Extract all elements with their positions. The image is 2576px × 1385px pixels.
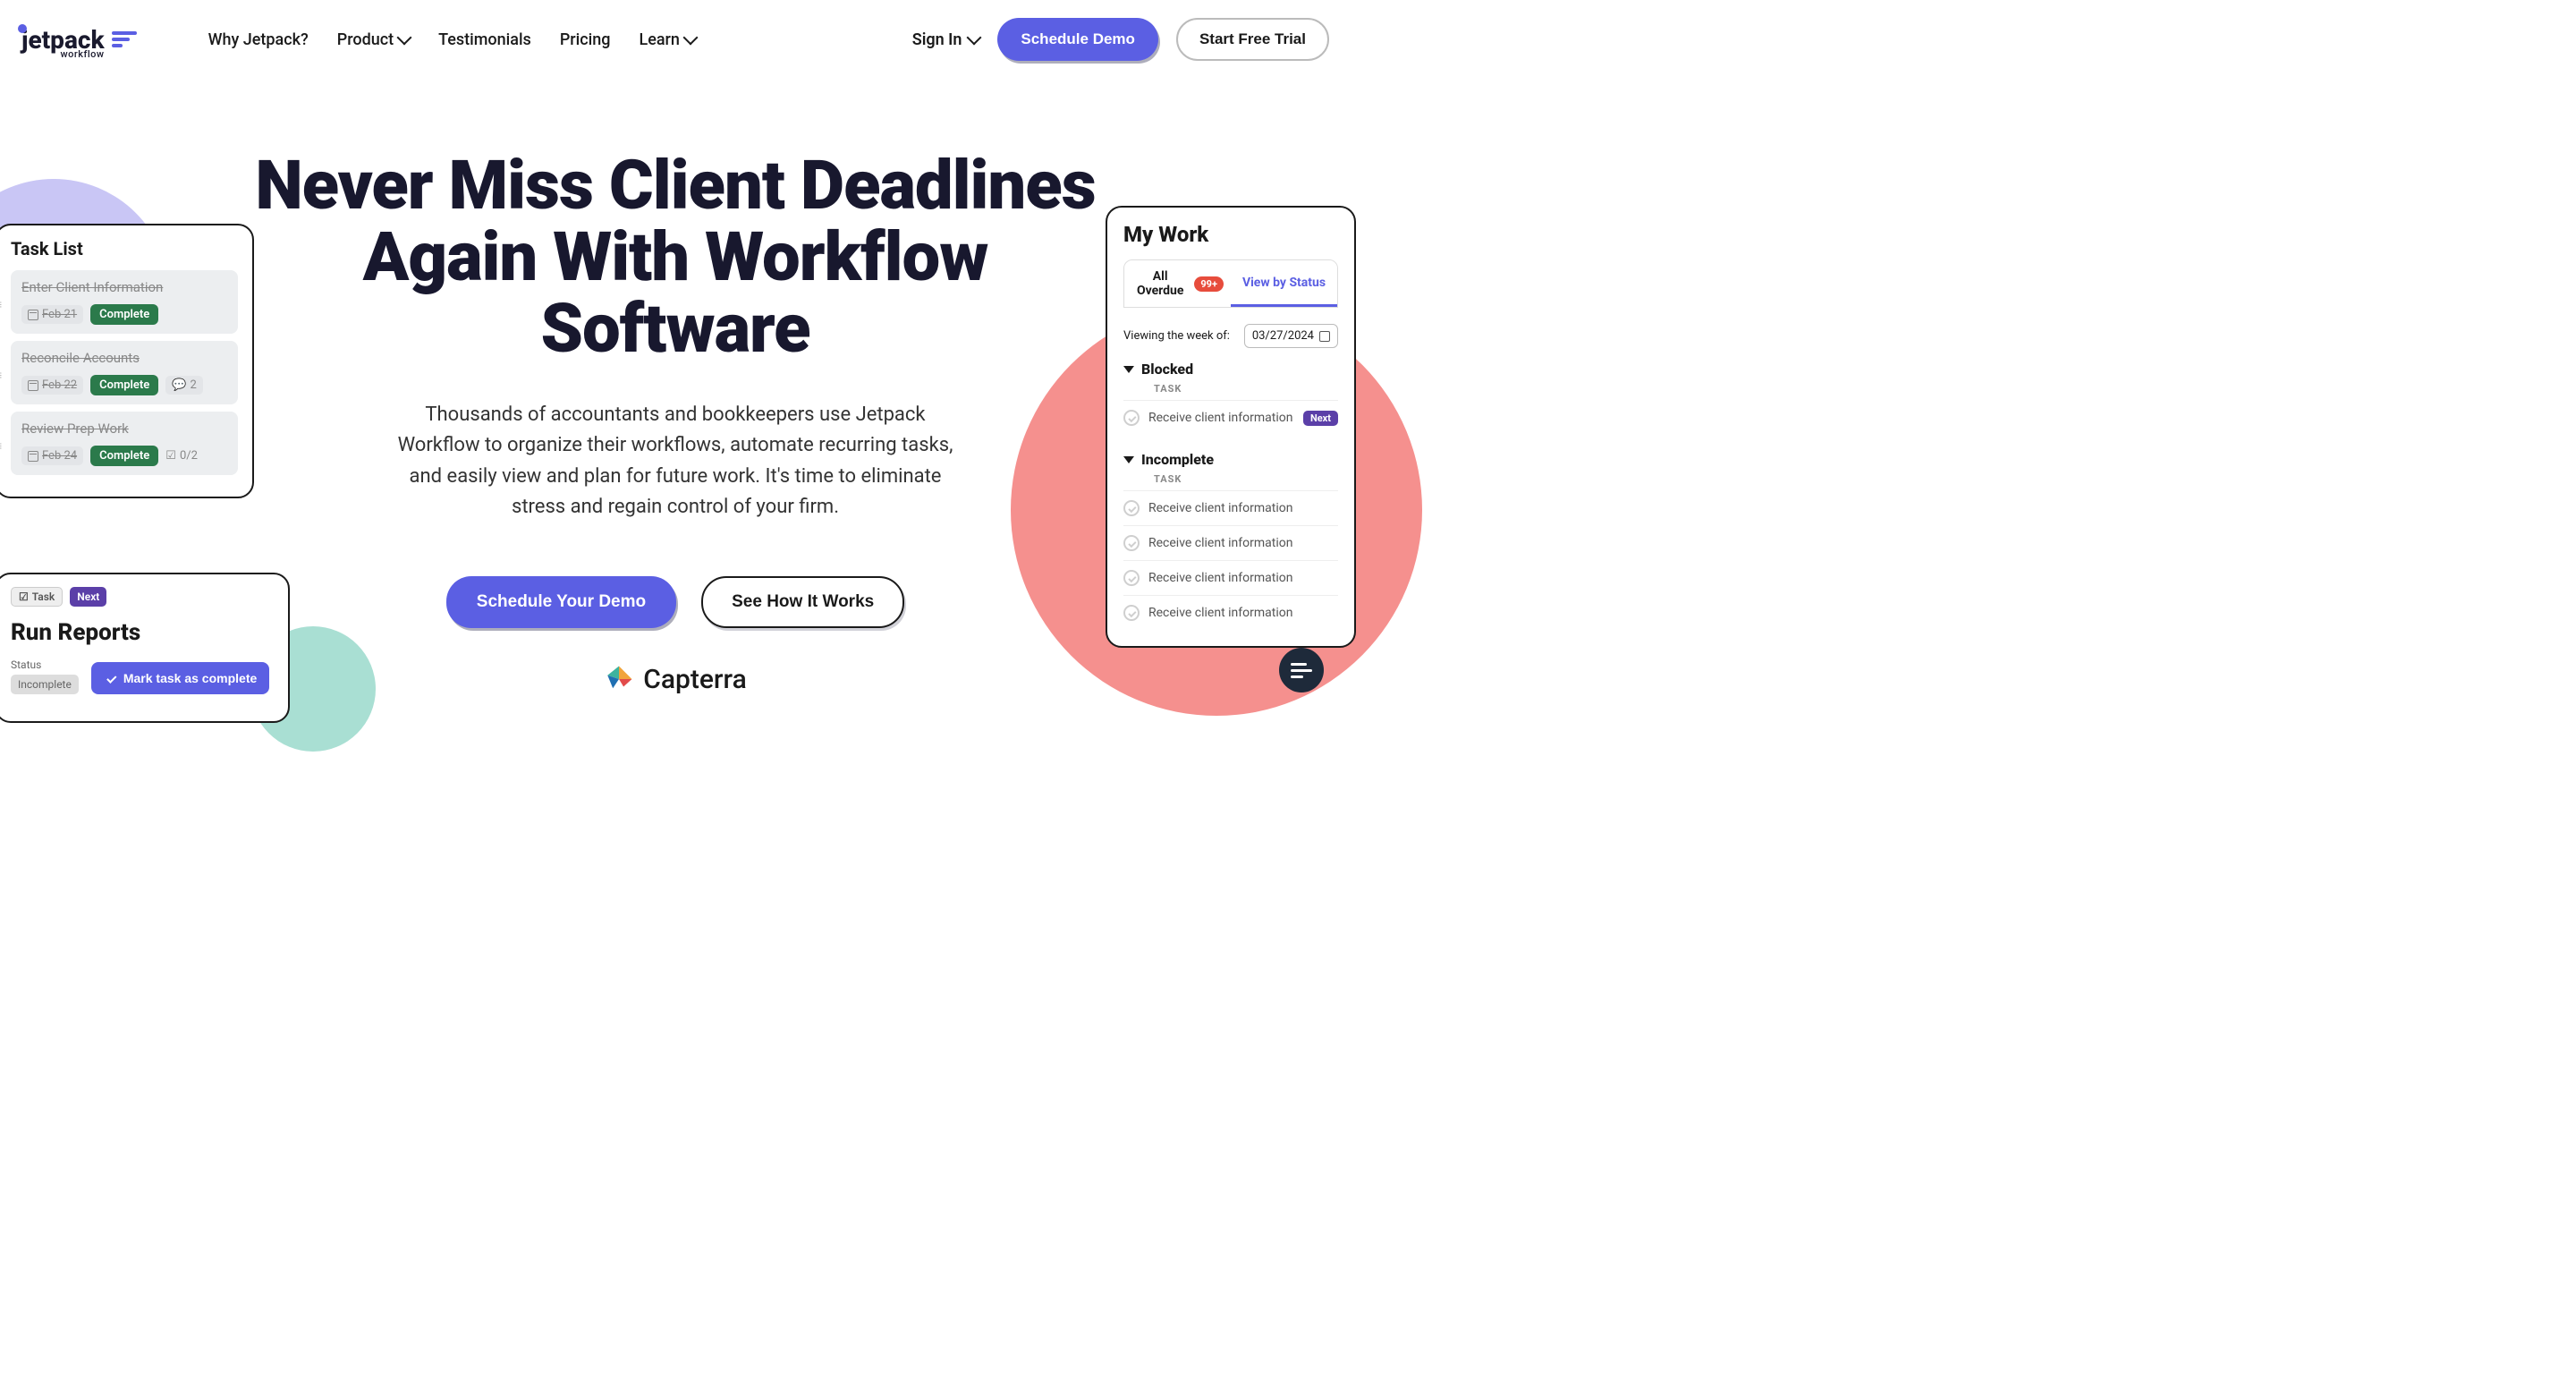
mark-complete-button[interactable]: Mark task as complete bbox=[91, 662, 269, 694]
section-blocked[interactable]: Blocked bbox=[1123, 361, 1338, 378]
nav-why[interactable]: Why Jetpack? bbox=[208, 30, 309, 49]
check-circle-icon bbox=[1123, 535, 1140, 551]
calendar-icon bbox=[28, 380, 38, 391]
sign-in-link[interactable]: Sign In bbox=[912, 30, 980, 49]
week-date-input[interactable]: 03/27/2024 bbox=[1244, 324, 1338, 348]
task-column-header: TASK bbox=[1154, 473, 1338, 485]
schedule-demo-button[interactable]: Schedule Demo bbox=[997, 18, 1158, 61]
nav-learn[interactable]: Learn bbox=[639, 30, 695, 49]
drag-handle-icon[interactable]: ≡ bbox=[0, 368, 2, 383]
hero-title: Never Miss Client Deadlines Again With W… bbox=[228, 150, 1123, 364]
caret-down-icon bbox=[1123, 456, 1134, 463]
check-circle-icon bbox=[1123, 410, 1140, 426]
capterra-text: Capterra bbox=[643, 664, 747, 695]
main-nav: Why Jetpack? Product Testimonials Pricin… bbox=[208, 30, 696, 49]
nav-pricing[interactable]: Pricing bbox=[560, 30, 611, 49]
task-complete-badge: Complete bbox=[90, 304, 158, 325]
list-item[interactable]: Receive client information bbox=[1123, 490, 1338, 525]
list-item[interactable]: Receive client information bbox=[1123, 560, 1338, 595]
logo-text: jetpack workflow bbox=[21, 25, 105, 55]
tasklist-title: Task List bbox=[11, 238, 238, 259]
runreports-title: Run Reports bbox=[11, 619, 274, 646]
check-circle-icon bbox=[1123, 570, 1140, 586]
runreports-panel: ☑ Task Next Run Reports Status Incomplet… bbox=[0, 573, 290, 723]
hero-schedule-demo-button[interactable]: Schedule Your Demo bbox=[446, 576, 676, 628]
chevron-down-icon bbox=[967, 30, 982, 46]
tasklist-panel: Task List ≡ Enter Client Information Feb… bbox=[0, 224, 254, 498]
calendar-icon bbox=[28, 310, 38, 320]
list-item[interactable]: Receive client information bbox=[1123, 525, 1338, 560]
task-date-chip: Feb 24 bbox=[21, 446, 83, 465]
site-header: jetpack workflow Why Jetpack? Product Te… bbox=[0, 0, 1351, 79]
section-incomplete[interactable]: Incomplete bbox=[1123, 451, 1338, 468]
task-checklist-chip: ☑ 0/2 bbox=[165, 449, 198, 463]
task-row: ≡ Enter Client Information Feb 21 Comple… bbox=[11, 270, 238, 334]
task-title: Enter Client Information bbox=[21, 279, 227, 295]
status-label: Status bbox=[11, 659, 79, 671]
task-date-chip: Feb 22 bbox=[21, 376, 83, 395]
task-column-header: TASK bbox=[1154, 383, 1338, 395]
task-row: ≡ Review Prep Work Feb 24 Complete ☑ 0/2 bbox=[11, 412, 238, 475]
logo[interactable]: jetpack workflow bbox=[21, 25, 137, 55]
list-item[interactable]: Receive client information Next bbox=[1123, 400, 1338, 435]
task-title: Reconcile Accounts bbox=[21, 350, 227, 366]
check-circle-icon bbox=[1123, 500, 1140, 516]
nav-testimonials[interactable]: Testimonials bbox=[438, 30, 531, 49]
next-badge: Next bbox=[70, 587, 106, 607]
week-label: Viewing the week of: bbox=[1123, 329, 1230, 343]
calendar-icon bbox=[28, 451, 38, 462]
drag-handle-icon[interactable]: ≡ bbox=[0, 297, 2, 312]
task-date-chip: Feb 21 bbox=[21, 305, 83, 324]
nav-product[interactable]: Product bbox=[337, 30, 410, 49]
task-complete-badge: Complete bbox=[90, 446, 158, 466]
chat-lines-icon bbox=[1291, 663, 1312, 678]
checkmark-icon bbox=[104, 671, 118, 685]
task-complete-badge: Complete bbox=[90, 375, 158, 395]
chevron-down-icon bbox=[397, 30, 412, 46]
capterra-arrow-icon bbox=[604, 664, 634, 694]
chat-fab[interactable] bbox=[1279, 648, 1324, 692]
start-free-trial-button[interactable]: Start Free Trial bbox=[1176, 18, 1329, 61]
next-badge: Next bbox=[1303, 411, 1338, 426]
caret-down-icon bbox=[1123, 366, 1134, 373]
hero-body: Thousands of accountants and bookkeepers… bbox=[389, 400, 962, 522]
logo-lines-icon bbox=[112, 31, 137, 47]
tab-all-overdue[interactable]: All Overdue 99+ bbox=[1124, 260, 1231, 307]
drag-handle-icon[interactable]: ≡ bbox=[0, 438, 2, 454]
list-item[interactable]: Receive client information bbox=[1123, 595, 1338, 630]
status-value: Incomplete bbox=[11, 675, 79, 694]
task-type-badge: ☑ Task bbox=[11, 587, 63, 607]
task-row: ≡ Reconcile Accounts Feb 22 Complete 💬 2 bbox=[11, 341, 238, 404]
task-comments-chip: 💬 2 bbox=[165, 376, 203, 395]
calendar-icon bbox=[1319, 331, 1330, 342]
check-circle-icon bbox=[1123, 605, 1140, 621]
tab-view-by-status[interactable]: View by Status bbox=[1231, 260, 1337, 307]
task-title: Review Prep Work bbox=[21, 421, 227, 437]
overdue-count-badge: 99+ bbox=[1194, 276, 1224, 292]
mywork-panel: My Work All Overdue 99+ View by Status V… bbox=[1106, 206, 1356, 648]
mywork-title: My Work bbox=[1123, 222, 1338, 247]
chevron-down-icon bbox=[682, 30, 698, 46]
hero-see-how-button[interactable]: See How It Works bbox=[701, 576, 904, 628]
